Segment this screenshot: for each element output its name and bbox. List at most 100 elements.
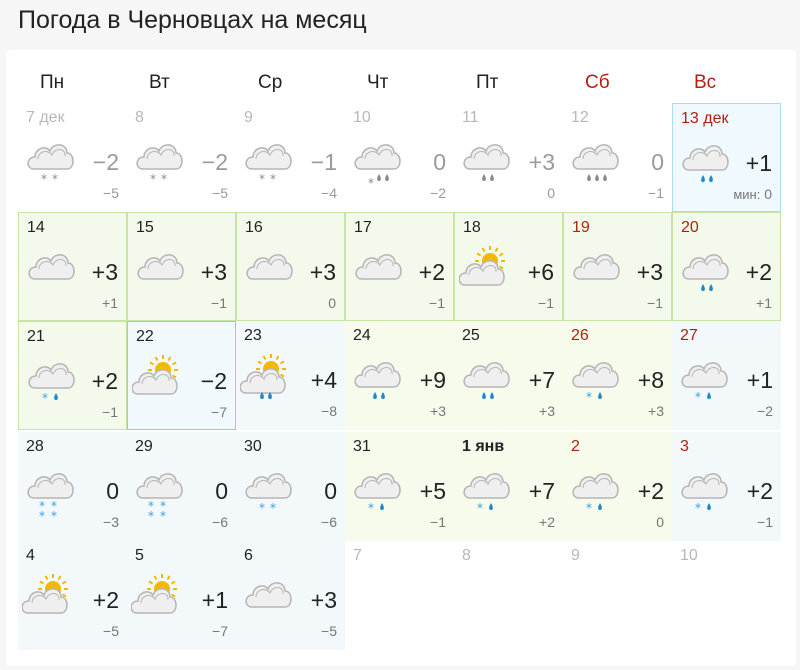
temp-min: −3 (103, 514, 119, 530)
page-title: Погода в Черновцах на месяц (18, 6, 367, 34)
svg-text:*: * (586, 390, 592, 404)
day-cell[interactable]: 25 +7 +3 (454, 321, 563, 430)
day-date: 25 (462, 327, 480, 344)
weekday-header: Вс (694, 72, 717, 93)
svg-text:*: * (695, 390, 701, 404)
temp-max: +2 (637, 478, 664, 504)
day-cell[interactable]: 10 * 0 −2 (345, 103, 454, 212)
temp-max: −2 (92, 149, 119, 175)
day-cell[interactable]: 8 * * −2 −5 (127, 103, 236, 212)
temp-min: −1 (757, 514, 773, 530)
temp-min: −4 (321, 185, 337, 201)
temp-min: +1 (102, 295, 118, 311)
temp-min: +2 (539, 514, 555, 530)
day-cell[interactable]: 28 * * * * 0 −3 (18, 432, 127, 541)
temp-max: −1 (310, 149, 337, 175)
day-date: 30 (244, 438, 262, 455)
svg-text:*: * (161, 172, 167, 186)
day-cell[interactable]: 20 +2 +1 (672, 212, 781, 321)
day-cell-empty: 10 (672, 541, 781, 650)
day-date: 10 (353, 109, 371, 126)
day-cell[interactable]: 27 * +1 −2 (672, 321, 781, 430)
temp-max: +2 (746, 478, 773, 504)
day-date: 21 (27, 328, 45, 345)
day-cell-empty: 7 (345, 541, 454, 650)
day-cell[interactable]: 23 +4 −8 (236, 321, 345, 430)
temp-min: −7 (212, 623, 228, 639)
day-date: 26 (571, 327, 589, 344)
day-cell[interactable]: 9 * * −1 −4 (236, 103, 345, 212)
cloud-rain-icon (458, 129, 512, 185)
day-cell[interactable]: 7 дек * * −2 −5 (18, 103, 127, 212)
cloud-snow-icon: * * (240, 129, 294, 186)
day-date: 16 (245, 219, 263, 236)
day-cell[interactable]: 11 +3 0 (454, 103, 563, 212)
temp-max: +2 (91, 368, 118, 394)
svg-text:*: * (51, 509, 57, 522)
day-date: 1 янв (462, 438, 505, 455)
cloud-snow-rain-icon: * (567, 347, 621, 404)
day-cell[interactable]: 14 +3 +1 (18, 212, 127, 321)
day-cell[interactable]: 13 дек +1 мин: 0 (672, 103, 781, 212)
temp-min: −1 (430, 514, 446, 530)
day-cell[interactable]: 6 +3 −5 (236, 541, 345, 650)
temp-min: −1 (648, 185, 664, 201)
day-cell[interactable]: 19 +3 −1 (563, 212, 672, 321)
cloud-snow-rain-icon: * (349, 458, 403, 515)
day-cell[interactable]: 29 * * * * 0 −6 (127, 432, 236, 541)
temp-min: −5 (103, 623, 119, 639)
day-date: 24 (353, 327, 371, 344)
day-date: 3 (680, 438, 689, 455)
svg-text:*: * (368, 176, 374, 190)
temp-min: −6 (321, 514, 337, 530)
temp-max: +8 (637, 367, 664, 393)
day-cell[interactable]: 26 * +8 +3 (563, 321, 672, 430)
day-cell[interactable]: 18 +6 −1 (454, 212, 563, 321)
day-cell[interactable]: 4 +2 −5 (18, 541, 127, 650)
temp-max: +2 (418, 259, 445, 285)
cloud-snow-rain-icon: * (567, 458, 621, 515)
cloud-snow-icon: * * (22, 129, 76, 186)
cloud-heavy-rain-icon (567, 129, 621, 185)
temp-min: мин: 0 (733, 186, 772, 202)
day-cell[interactable]: 3 * +2 −1 (672, 432, 781, 541)
cloud-snow-rain-icon: * (676, 347, 730, 404)
day-cell[interactable]: 17 +2 −1 (345, 212, 454, 321)
day-cell[interactable]: 1 янв * +7 +2 (454, 432, 563, 541)
svg-text:*: * (150, 172, 156, 186)
cloud-icon (568, 239, 622, 295)
day-cell[interactable]: 31 * +5 −1 (345, 432, 454, 541)
svg-text:*: * (270, 501, 276, 515)
temp-min: 0 (328, 295, 336, 311)
day-date: 31 (353, 438, 371, 455)
temp-min: −5 (212, 185, 228, 201)
temp-max: +5 (419, 478, 446, 504)
day-cell[interactable]: 5 +1 −7 (127, 541, 236, 650)
day-date: 4 (26, 547, 35, 564)
day-cell[interactable]: 21 * +2 −1 (18, 321, 127, 430)
day-cell[interactable]: 24 +9 +3 (345, 321, 454, 430)
day-cell[interactable]: 2 * +2 0 (563, 432, 672, 541)
svg-text:*: * (42, 391, 48, 405)
temp-max: 0 (106, 478, 119, 504)
day-cell[interactable]: 15 +3 −1 (127, 212, 236, 321)
cloud-snow-rain-icon: * (676, 458, 730, 515)
temp-min: +1 (756, 295, 772, 311)
temp-max: +2 (92, 587, 119, 613)
svg-text:*: * (586, 501, 592, 515)
day-date: 28 (26, 438, 44, 455)
cloud-icon (132, 239, 186, 295)
svg-text:*: * (368, 501, 374, 515)
cloud-icon (240, 567, 294, 623)
temp-max: +2 (745, 259, 772, 285)
day-cell[interactable]: 16 +3 0 (236, 212, 345, 321)
day-date: 13 дек (681, 110, 729, 127)
day-cell[interactable]: 12 0 −1 (563, 103, 672, 212)
day-cell[interactable]: 30 * * 0 −6 (236, 432, 345, 541)
sun-cloud-rain-icon (239, 347, 294, 403)
temp-min: −7 (211, 404, 227, 420)
day-cell[interactable]: 22 −2 −7 (127, 321, 236, 430)
temp-max: +4 (310, 367, 337, 393)
weekday-header: Сб (585, 72, 610, 93)
temp-max: +1 (745, 150, 772, 176)
